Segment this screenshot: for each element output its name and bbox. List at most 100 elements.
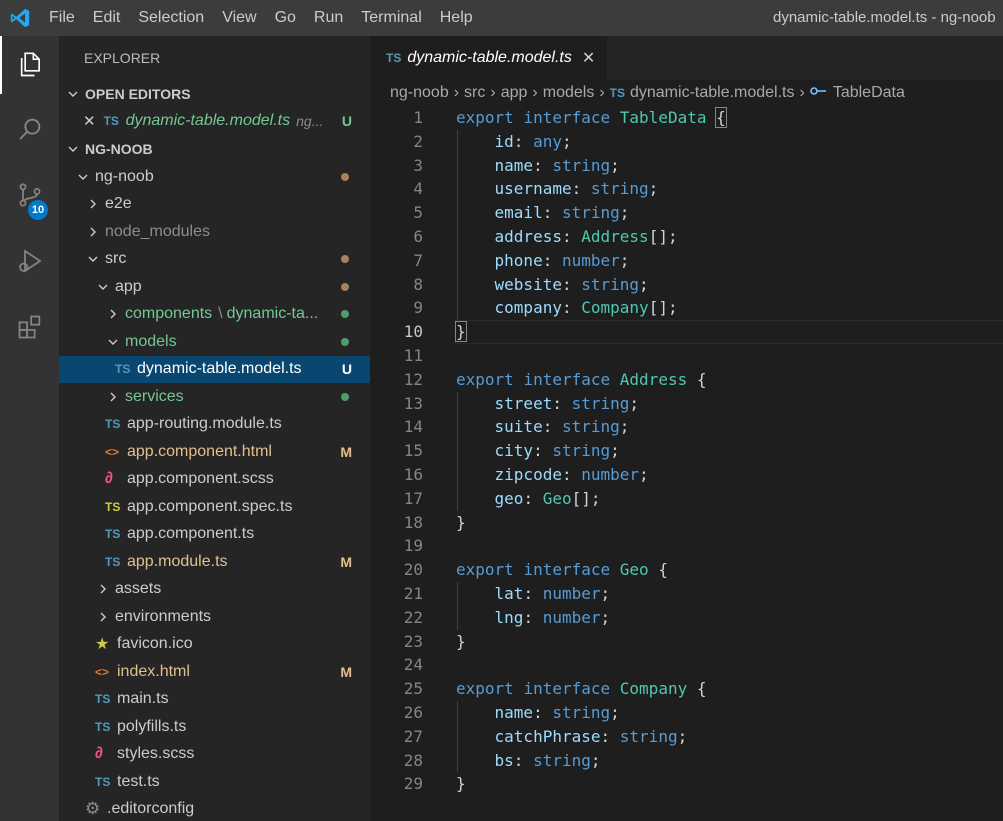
folder-item[interactable]: src (59, 246, 370, 274)
file-item[interactable]: TS polyfills.ts (59, 713, 370, 741)
code-line[interactable]: 16 zipcode: number; (370, 463, 1003, 487)
breadcrumb-item[interactable]: dynamic-table.model.ts (630, 84, 795, 102)
folder-item[interactable]: ng-noob (59, 163, 370, 191)
file-item[interactable]: ★ favicon.ico (59, 631, 370, 659)
chevron-right-icon: › (532, 84, 538, 101)
file-item[interactable]: <> app.component.html M (59, 438, 370, 466)
menu-bar: File Edit Selection View Go Run Terminal Help (40, 0, 482, 36)
line-number: 16 (403, 465, 423, 484)
code-text: address: Address[]; (494, 227, 678, 246)
code-text: company: Company[]; (494, 298, 678, 318)
code-line[interactable]: 27 catchPhrase: string; (370, 725, 1003, 749)
menu-edit[interactable]: Edit (84, 0, 130, 36)
code-text: } (456, 631, 466, 651)
menu-terminal[interactable]: Terminal (352, 0, 430, 36)
file-name: ng-noob (95, 167, 154, 185)
line-number: 14 (403, 417, 423, 437)
folder-item[interactable]: assets (59, 576, 370, 604)
code-line[interactable]: 14 suite: string; (370, 415, 1003, 439)
folder-item[interactable]: services (59, 383, 370, 411)
code-line[interactable]: 8 website: string; (370, 273, 1003, 297)
open-editor-path: ng... (296, 112, 324, 129)
menu-help[interactable]: Help (431, 0, 482, 36)
file-item[interactable]: <> index.html M (59, 658, 370, 686)
extensions-icon[interactable] (0, 298, 59, 356)
code-line[interactable]: 2 id: any; (370, 130, 1003, 154)
explorer-icon[interactable] (0, 36, 59, 94)
code-line[interactable]: 22 lng: number; (370, 606, 1003, 630)
file-item[interactable]: TS app.module.ts M (59, 548, 370, 576)
file-item[interactable]: TS dynamic-table.model.ts U (59, 355, 370, 383)
code-line[interactable]: 17 geo: Geo[]; (370, 487, 1003, 511)
favicon-star-icon: ★ (95, 636, 110, 654)
breadcrumb-item[interactable]: models (543, 84, 595, 102)
folder-item[interactable]: components \ dynamic-ta... (59, 301, 370, 329)
open-editors-header[interactable]: OPEN EDITORS (59, 80, 370, 108)
git-status-badge: U (341, 112, 352, 129)
folder-item[interactable]: app (59, 273, 370, 301)
file-item[interactable]: TS test.ts (59, 768, 370, 796)
open-editor-item[interactable]: ✕ TS dynamic-table.model.ts ng... U (59, 107, 370, 135)
folder-item[interactable]: node_modules (59, 218, 370, 246)
file-item[interactable]: ⚙ .editorconfig (59, 796, 370, 821)
code-line[interactable]: 4 username: string; (370, 177, 1003, 201)
vscode-logo-icon (0, 0, 40, 36)
breadcrumb-item[interactable]: TableData (833, 84, 905, 102)
code-line[interactable]: 13 street: string; (370, 392, 1003, 416)
code-line[interactable]: 25 export interface Company { (370, 677, 1003, 701)
menu-selection[interactable]: Selection (129, 0, 213, 36)
code-line[interactable]: 21 lat: number; (370, 582, 1003, 606)
file-item[interactable]: TS app.component.ts (59, 521, 370, 549)
code-line[interactable]: 11 (370, 344, 1003, 368)
project-header[interactable]: NG-NOOB (59, 135, 370, 163)
menu-go[interactable]: Go (266, 0, 305, 36)
code-line[interactable]: 9 company: Company[]; (370, 296, 1003, 320)
code-line[interactable]: 15 city: string; (370, 439, 1003, 463)
file-item[interactable]: TS app-routing.module.ts (59, 411, 370, 439)
code-line[interactable]: 23} (370, 630, 1003, 654)
breadcrumb-item[interactable]: ng-noob (390, 84, 449, 102)
code-line[interactable]: 5 email: string; (370, 201, 1003, 225)
menu-run[interactable]: Run (305, 0, 352, 36)
file-item[interactable]: ∂ styles.scss (59, 741, 370, 769)
code-line[interactable]: 28 bs: string; (370, 749, 1003, 773)
breadcrumb-item[interactable]: app (501, 84, 528, 102)
close-icon[interactable]: ✕ (582, 48, 595, 68)
line-number: 25 (403, 679, 423, 699)
code-text: catchPhrase: string; (494, 726, 688, 746)
code-line[interactable]: 12 export interface Address { (370, 368, 1003, 392)
code-line[interactable]: 20 export interface Geo { (370, 558, 1003, 582)
code-line[interactable]: 26 name: string; (370, 701, 1003, 725)
menu-file[interactable]: File (40, 0, 84, 36)
chevron-right-icon (95, 609, 111, 625)
folder-item[interactable]: models (59, 328, 370, 356)
code-text: id: any; (494, 131, 572, 151)
code-line[interactable]: 19 (370, 534, 1003, 558)
line-number: 11 (403, 346, 423, 365)
folder-item[interactable]: e2e (59, 191, 370, 219)
source-control-icon[interactable]: 10 (0, 166, 59, 224)
code-line[interactable]: 7 phone: number; (370, 249, 1003, 273)
editor-tab[interactable]: TS dynamic-table.model.ts ✕ (370, 36, 608, 80)
search-icon[interactable] (0, 100, 59, 158)
file-item[interactable]: ∂ app.component.scss (59, 466, 370, 494)
line-number: 8 (413, 274, 423, 294)
close-icon[interactable]: ✕ (83, 112, 96, 130)
code-line[interactable]: 24 (370, 653, 1003, 677)
code-line[interactable]: 1 export interface TableData { (370, 106, 1003, 130)
code-text: street: string; (494, 393, 640, 413)
menu-view[interactable]: View (213, 0, 265, 36)
line-number: 12 (403, 369, 423, 389)
code-line[interactable]: 6 address: Address[]; (370, 225, 1003, 249)
code-line[interactable]: 29} (370, 772, 1003, 796)
folder-item[interactable]: environments (59, 603, 370, 631)
code-line[interactable]: 18} (370, 511, 1003, 535)
file-item[interactable]: TS app.component.spec.ts (59, 493, 370, 521)
file-item[interactable]: TS main.ts (59, 686, 370, 714)
file-name: main.ts (117, 690, 169, 708)
code-line[interactable]: 3 name: string; (370, 154, 1003, 178)
git-status-dot (341, 310, 349, 319)
run-debug-icon[interactable] (0, 232, 59, 290)
code-line[interactable]: 10} (370, 320, 1003, 344)
breadcrumb-item[interactable]: src (464, 84, 485, 102)
